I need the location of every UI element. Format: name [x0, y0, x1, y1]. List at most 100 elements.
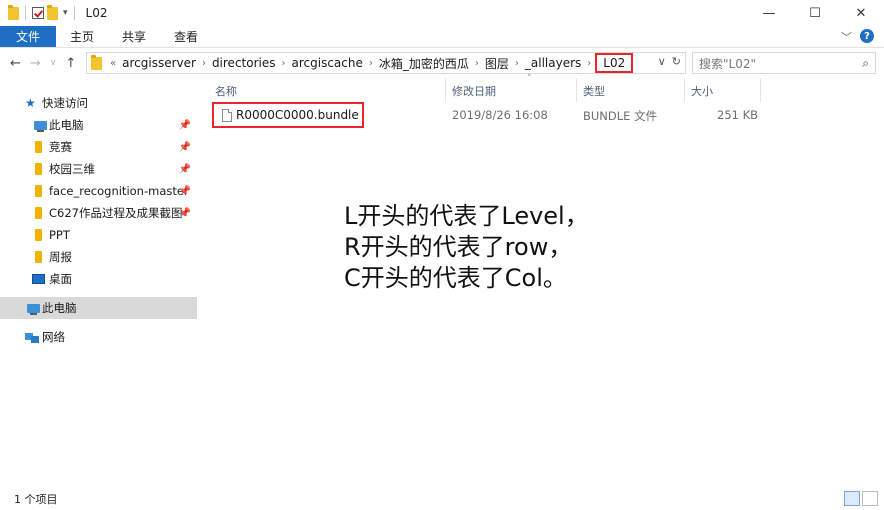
computer-icon	[27, 303, 40, 315]
tab-view[interactable]: 查看	[160, 26, 212, 47]
pin-icon[interactable]: 📌	[179, 208, 191, 219]
breadcrumb-item[interactable]: arcgiscache	[288, 56, 367, 70]
status-bar: 1 个项目	[0, 488, 884, 510]
large-icons-view-icon[interactable]	[862, 491, 878, 506]
address-bar-controls: ∨ ↻	[658, 55, 681, 68]
folder-icon	[35, 163, 42, 175]
breadcrumb-current[interactable]: L02	[595, 53, 634, 73]
address-row: ← → ∨ ↑ « arcgisserver › directories › a…	[0, 48, 884, 78]
tab-home[interactable]: 主页	[56, 26, 108, 47]
tab-file[interactable]: 文件	[0, 26, 57, 47]
sidebar-item-label: face_recognition-master	[49, 184, 189, 198]
breadcrumb-item[interactable]: arcgisserver	[118, 56, 200, 70]
breadcrumb-item[interactable]: 图层	[481, 55, 513, 72]
address-history-chevron-icon[interactable]: ∨	[658, 55, 666, 68]
sidebar-item-campus-3d[interactable]: 校园三维 📌	[0, 158, 197, 180]
sidebar-item-label: C627作品过程及成果截图	[49, 206, 183, 220]
address-bar[interactable]: « arcgisserver › directories › arcgiscac…	[86, 52, 686, 74]
annotation-line: L开头的代表了Level，	[344, 202, 589, 230]
sort-ascending-icon: ˄	[527, 74, 532, 84]
star-icon: ★	[25, 96, 36, 110]
desktop-icon	[32, 274, 45, 284]
file-row[interactable]: R0000C0000.bundle 2019/8/26 16:08 BUNDLE…	[205, 102, 775, 128]
forward-arrow-icon[interactable]: →	[30, 56, 41, 71]
chevron-right-icon[interactable]: ›	[513, 58, 521, 69]
folder-icon	[35, 229, 42, 241]
sidebar-item-label: 快速访问	[42, 96, 88, 110]
back-arrow-icon[interactable]: ←	[10, 56, 21, 71]
annotation-text: L开头的代表了Level， R开头的代表了row， C开头的代表了Col。	[344, 201, 589, 294]
sidebar-item-label: 桌面	[49, 272, 72, 286]
sidebar-item-label: PPT	[49, 228, 70, 242]
sidebar-item-face-recognition[interactable]: face_recognition-master 📌	[0, 180, 197, 202]
column-header-type[interactable]: 类型	[583, 83, 605, 99]
column-divider[interactable]	[576, 78, 577, 102]
folder-icon	[8, 4, 19, 20]
sidebar-item-weekly-report[interactable]: 周报	[0, 246, 197, 268]
file-modified: 2019/8/26 16:08	[452, 108, 548, 122]
folder-icon	[35, 251, 42, 263]
quick-access-toolbar: ▾	[0, 0, 78, 26]
sidebar-item-desktop[interactable]: 桌面	[0, 268, 197, 290]
window-title: L02	[85, 6, 108, 20]
close-button[interactable]: ✕	[838, 0, 884, 26]
details-view-icon[interactable]	[844, 491, 860, 506]
help-icon[interactable]: ?	[860, 29, 874, 43]
annotation-line: C开头的代表了Col。	[344, 264, 567, 292]
column-divider[interactable]	[760, 78, 761, 102]
column-header-size[interactable]: 大小	[691, 83, 713, 99]
pin-icon[interactable]: 📌	[179, 120, 191, 131]
window-controls: — ☐ ✕	[746, 0, 884, 26]
pin-icon[interactable]: 📌	[179, 142, 191, 153]
column-divider[interactable]	[684, 78, 685, 102]
sidebar-item-c627[interactable]: C627作品过程及成果截图 📌	[0, 202, 197, 224]
expand-ribbon-chevron-icon[interactable]: ﹀	[841, 29, 852, 45]
customize-toolbar-dropdown-icon[interactable]: ▾	[63, 8, 68, 18]
network-icon	[25, 332, 39, 343]
breadcrumb-overflow[interactable]: «	[108, 58, 118, 69]
folder-icon	[35, 141, 42, 153]
breadcrumb-item[interactable]: 冰箱_加密的西瓜	[375, 55, 473, 72]
toolbar-divider	[25, 6, 26, 20]
column-header-modified[interactable]: 修改日期	[452, 83, 496, 99]
navigation-pane: ★ 快速访问 此电脑 📌 竞赛 📌 校园三维 📌 face_recognitio…	[0, 78, 197, 488]
search-input[interactable]: 搜索"L02" ⌕	[692, 52, 876, 74]
view-toggle	[844, 491, 878, 506]
breadcrumb-item[interactable]: directories	[208, 56, 280, 70]
file-icon	[222, 108, 232, 122]
sidebar-item-competition[interactable]: 竞赛 📌	[0, 136, 197, 158]
chevron-right-icon[interactable]: ›	[280, 58, 288, 69]
ribbon-right-controls: ﹀ ?	[841, 29, 874, 45]
column-header-name[interactable]: 名称	[215, 83, 237, 99]
pin-icon[interactable]: 📌	[179, 164, 191, 175]
recent-locations-chevron-icon[interactable]: ∨	[50, 58, 57, 68]
ribbon-tabs: 文件 主页 共享 查看 ﹀ ?	[0, 26, 884, 48]
sidebar-item-ppt[interactable]: PPT	[0, 224, 197, 246]
tab-share[interactable]: 共享	[108, 26, 160, 47]
folder-icon	[91, 54, 102, 70]
chevron-right-icon[interactable]: ›	[200, 58, 208, 69]
file-name-cell[interactable]: R0000C0000.bundle	[212, 102, 364, 128]
navigation-buttons: ← → ∨ ↑	[0, 56, 88, 71]
new-folder-icon[interactable]	[47, 4, 58, 20]
minimize-button[interactable]: —	[746, 0, 792, 26]
folder-icon	[35, 185, 42, 197]
file-size: 251 KB	[717, 108, 759, 122]
chevron-right-icon[interactable]: ›	[473, 58, 481, 69]
column-headers: ˄ 名称 修改日期 类型 大小	[205, 74, 875, 102]
sidebar-item-this-pc-pinned[interactable]: 此电脑 📌	[0, 114, 197, 136]
breadcrumb-item[interactable]: _alllayers	[521, 56, 585, 70]
properties-icon[interactable]	[32, 7, 44, 19]
pin-icon[interactable]: 📌	[179, 186, 191, 197]
sidebar-item-this-pc[interactable]: 此电脑	[0, 297, 197, 319]
chevron-right-icon[interactable]: ›	[585, 58, 593, 69]
chevron-right-icon[interactable]: ›	[367, 58, 375, 69]
sidebar-item-quick-access[interactable]: ★ 快速访问	[0, 92, 197, 114]
up-arrow-icon[interactable]: ↑	[65, 56, 76, 71]
refresh-icon[interactable]: ↻	[672, 55, 681, 68]
maximize-button[interactable]: ☐	[792, 0, 838, 26]
column-divider[interactable]	[445, 78, 446, 102]
toolbar-divider	[73, 6, 75, 20]
search-icon[interactable]: ⌕	[862, 56, 869, 71]
sidebar-item-network[interactable]: 网络	[0, 326, 197, 348]
